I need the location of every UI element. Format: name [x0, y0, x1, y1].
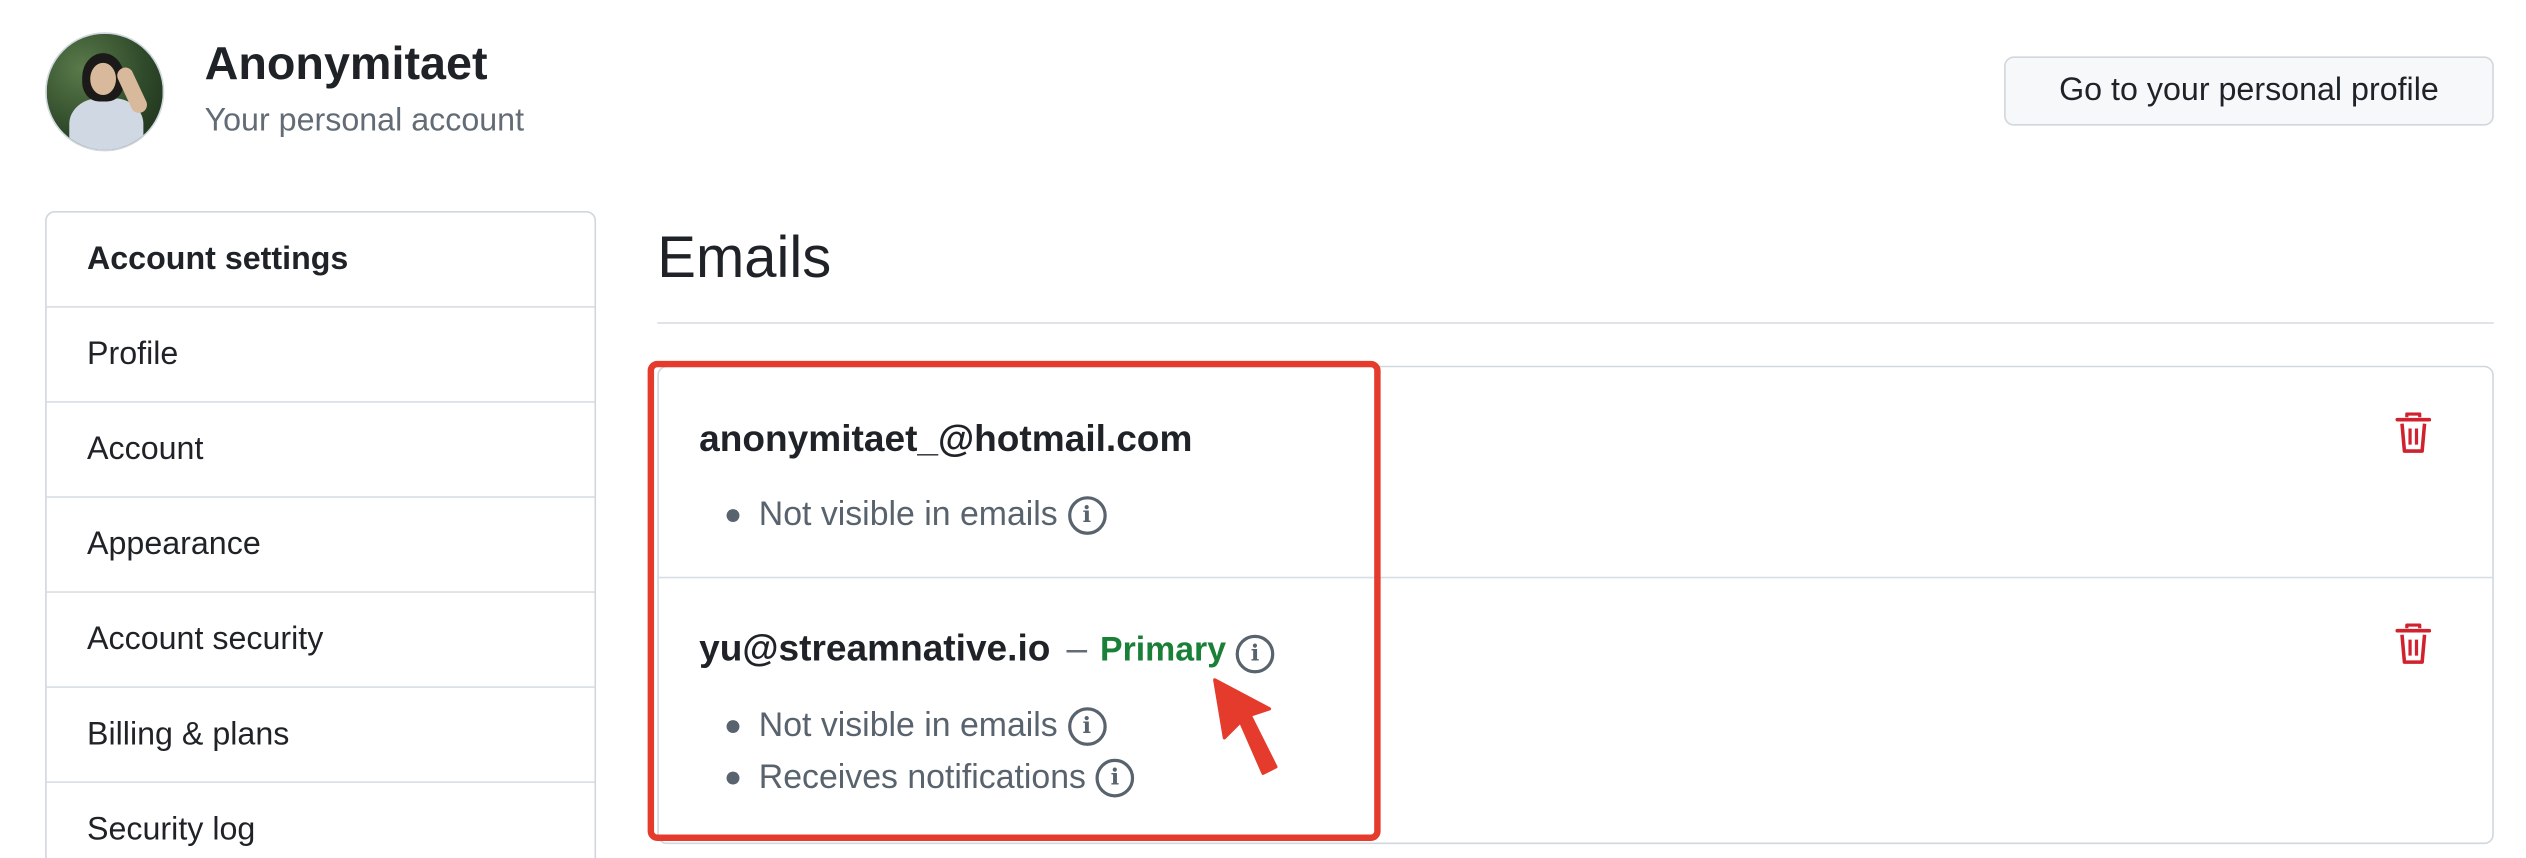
trash-icon[interactable]	[2395, 623, 2431, 665]
page-title: Emails	[657, 223, 832, 290]
sidebar-item-security-log[interactable]: Security log	[47, 783, 595, 858]
info-icon[interactable]: i	[1095, 758, 1135, 798]
email-detail-text: Not visible in emails	[758, 496, 1058, 534]
account-name[interactable]: Anonymitaet	[205, 39, 488, 92]
account-subtitle: Your personal account	[204, 103, 525, 139]
email-list-item: yu@streamnative.io – Primary i Not visible …	[659, 578, 2492, 844]
email-detail-text: Receives notifications	[758, 758, 1086, 796]
info-icon[interactable]: i	[1067, 707, 1107, 746]
email-detail-item: Receives notifications i	[723, 752, 1135, 804]
sidebar-item-billing-plans[interactable]: Billing & plans	[46, 688, 595, 783]
email-details: Not visible in emails i Receives notific…	[723, 701, 1135, 804]
email-detail-item: Not visible in emails i	[723, 701, 1134, 753]
email-details: Not visible in emails i	[723, 490, 1107, 542]
go-to-profile-button[interactable]: Go to your personal profile	[2004, 56, 2494, 126]
settings-sidebar: Account settings Profile Account Appeara…	[45, 211, 597, 858]
email-separator: –	[1066, 626, 1088, 669]
avatar-figure-face	[90, 62, 116, 96]
trash-icon[interactable]	[2395, 412, 2431, 454]
title-divider	[657, 322, 2494, 324]
email-address: anonymitaet_@hotmail.com	[699, 417, 1193, 460]
info-icon[interactable]: i	[1067, 496, 1107, 535]
sidebar-item-profile[interactable]: Profile	[46, 308, 595, 403]
email-address: yu@streamnative.io	[699, 626, 1051, 669]
avatar[interactable]	[45, 32, 165, 152]
info-icon[interactable]: i	[1235, 634, 1275, 674]
sidebar-heading-account-settings: Account settings	[46, 213, 595, 308]
settings-layout: Anonymitaet Your personal account Go to …	[0, 0, 2526, 858]
email-detail-text: Not visible in emails	[758, 707, 1058, 745]
sidebar-item-account-security[interactable]: Account security	[46, 593, 595, 688]
sidebar-item-appearance[interactable]: Appearance	[46, 498, 595, 593]
page: Anonymitaet Your personal account Go to …	[0, 0, 2526, 858]
email-list-item: anonymitaet_@hotmail.com Not visible in …	[658, 367, 2493, 579]
primary-badge: Primary	[1100, 631, 1227, 669]
email-address-line: yu@streamnative.io – Primary i	[699, 626, 1275, 674]
email-detail-item: Not visible in emails i	[723, 490, 1107, 542]
sidebar-item-account[interactable]: Account	[46, 403, 595, 498]
annotation-arrow-icon	[1213, 678, 1278, 775]
email-list: anonymitaet_@hotmail.com Not visible in …	[657, 365, 2494, 845]
